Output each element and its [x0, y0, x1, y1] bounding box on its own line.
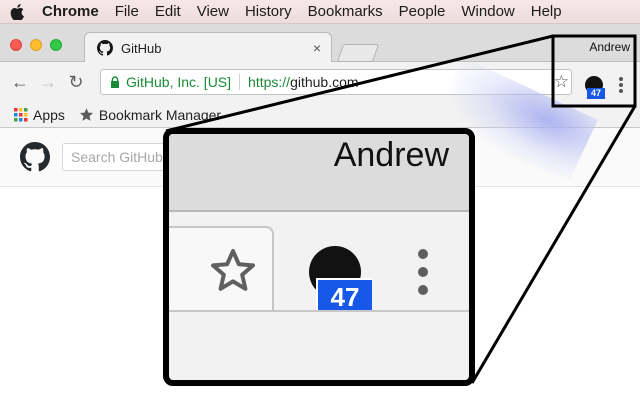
bookmark-apps-label: Apps [33, 106, 65, 123]
menu-chrome[interactable]: Chrome [34, 3, 107, 20]
url-scheme: https:// [248, 74, 291, 90]
url-host: github.com [290, 74, 359, 90]
menu-view[interactable]: View [189, 3, 237, 20]
window-controls [10, 39, 62, 51]
menu-people[interactable]: People [391, 3, 454, 20]
reload-button[interactable]: ↻ [62, 68, 90, 96]
tab-strip: GitHub × Andrew [0, 24, 640, 63]
zoom-extension-icon: 47 [309, 246, 377, 312]
apple-logo-icon[interactable] [0, 3, 34, 20]
star-icon [79, 108, 93, 121]
bookmark-manager[interactable]: Bookmark Manager [79, 107, 221, 123]
new-tab-button[interactable] [336, 44, 380, 62]
zoom-profile-name: Andrew [333, 136, 449, 174]
back-button[interactable]: ← [6, 68, 34, 96]
profile-name[interactable]: Andrew [589, 40, 630, 54]
bookmark-star-icon[interactable]: ☆ [554, 72, 569, 92]
forward-button[interactable]: → [34, 68, 62, 96]
bookmark-apps[interactable]: Apps [14, 107, 65, 123]
menu-edit[interactable]: Edit [147, 3, 189, 20]
extension-button[interactable]: 47 [583, 76, 605, 100]
zoom-window-button[interactable] [50, 39, 62, 51]
close-window-button[interactable] [10, 39, 22, 51]
tab-title: GitHub [121, 40, 162, 56]
screen: Chrome File Edit View History Bookmarks … [0, 0, 640, 400]
apps-grid-icon [14, 107, 28, 121]
github-logo-icon[interactable] [20, 142, 50, 172]
lock-icon[interactable] [110, 76, 120, 88]
minimize-window-button[interactable] [30, 39, 42, 51]
menu-window[interactable]: Window [453, 3, 522, 20]
zoom-bookmark-star-icon [211, 249, 255, 291]
menu-history[interactable]: History [237, 3, 300, 20]
secure-label: GitHub, Inc. [US] [126, 74, 241, 90]
menu-help[interactable]: Help [523, 3, 570, 20]
zoom-extension-badge: 47 [316, 278, 372, 312]
menu-file[interactable]: File [107, 3, 147, 20]
menu-bar: Chrome File Edit View History Bookmarks … [0, 0, 640, 24]
zoom-tabstrip: Andrew [169, 134, 469, 212]
tab-github[interactable]: GitHub × [84, 32, 332, 63]
zoom-callout: Andrew 47 [163, 128, 475, 386]
close-tab-icon[interactable]: × [313, 40, 321, 56]
github-icon [97, 40, 113, 56]
bookmark-manager-label: Bookmark Manager [98, 106, 222, 123]
extension-badge: 47 [587, 88, 605, 99]
menu-bookmarks[interactable]: Bookmarks [300, 3, 391, 20]
zoom-chrome-menu-icon [418, 249, 428, 295]
chrome-menu-icon[interactable] [616, 74, 626, 96]
zoom-toolbar-divider [169, 310, 469, 312]
